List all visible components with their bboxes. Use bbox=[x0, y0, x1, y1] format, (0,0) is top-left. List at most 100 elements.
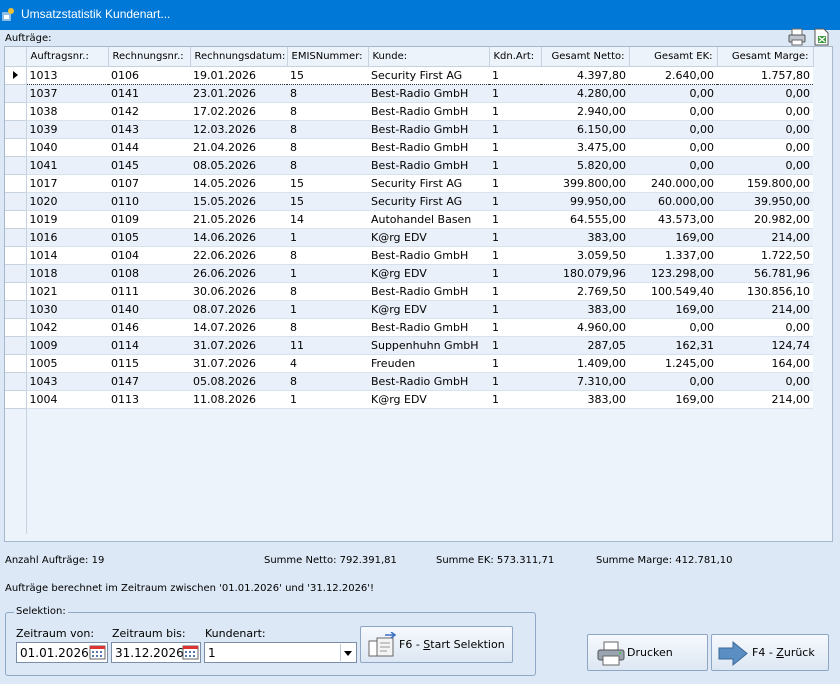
date-to-field[interactable]: 31.12.2026 bbox=[111, 642, 201, 663]
col-header-gesamt-marge[interactable]: Gesamt Marge: bbox=[717, 47, 814, 67]
row-indicator[interactable] bbox=[5, 66, 27, 85]
empty-cell bbox=[287, 426, 368, 444]
cell-gesamt-netto: 3.475,00 bbox=[541, 138, 629, 157]
col-header-rechnungsnr[interactable]: Rechnungsnr.: bbox=[108, 47, 191, 67]
calendar-icon[interactable] bbox=[182, 645, 199, 660]
row-indicator[interactable] bbox=[5, 300, 27, 319]
row-indicator[interactable] bbox=[5, 336, 27, 355]
table-row[interactable]: 1016 0105 14.06.2026 1 K@rg EDV 1 383,00 169,00… bbox=[5, 228, 813, 247]
date-from-value: 01.01.2026 bbox=[20, 646, 89, 660]
row-indicator[interactable] bbox=[5, 156, 27, 175]
table-row[interactable]: 1037 0141 23.01.2026 8 Best-Radio GmbH 1 4.280… bbox=[5, 84, 813, 103]
col-header-auftragsnr[interactable]: Auftragsnr.: bbox=[26, 47, 109, 67]
row-indicator[interactable] bbox=[5, 390, 27, 409]
cell-rechnungsdatum: 26.06.2026 bbox=[190, 264, 287, 283]
row-indicator[interactable] bbox=[5, 138, 27, 157]
cell-auftragsnr: 1021 bbox=[26, 282, 108, 301]
cell-kdnart: 1 bbox=[489, 138, 541, 157]
cell-gesamt-netto: 64.555,00 bbox=[541, 210, 629, 229]
empty-cell bbox=[368, 426, 489, 444]
col-header-gesamt-ek[interactable]: Gesamt EK: bbox=[629, 47, 718, 67]
sum-netto: Summe Netto: 792.391,81 bbox=[264, 555, 397, 566]
empty-cell bbox=[717, 462, 813, 480]
row-indicator[interactable] bbox=[5, 354, 27, 373]
cell-emisnummer: 11 bbox=[287, 336, 368, 355]
row-indicator[interactable] bbox=[5, 120, 27, 139]
empty-cell bbox=[629, 480, 717, 498]
cell-kunde: Security First AG bbox=[368, 65, 489, 85]
table-row[interactable]: 1039 0143 12.03.2026 8 Best-Radio GmbH 1 6.150… bbox=[5, 120, 813, 139]
table-row[interactable]: 1041 0145 08.05.2026 8 Best-Radio GmbH 1 5.820… bbox=[5, 156, 813, 175]
export-icon[interactable] bbox=[811, 27, 831, 47]
col-header-rechnungsdatum[interactable]: Rechnungsdatum: bbox=[190, 47, 288, 67]
calendar-icon[interactable] bbox=[89, 645, 106, 660]
empty-cell bbox=[541, 480, 629, 498]
row-indicator[interactable] bbox=[5, 192, 27, 211]
table-row[interactable]: 1040 0144 21.04.2026 8 Best-Radio GmbH 1 3.475… bbox=[5, 138, 813, 157]
table-row[interactable]: 1021 0111 30.06.2026 8 Best-Radio GmbH 1 2.769… bbox=[5, 282, 813, 301]
cell-rechnungsdatum: 11.08.2026 bbox=[190, 390, 287, 409]
cell-kdnart: 1 bbox=[489, 156, 541, 175]
row-indicator[interactable] bbox=[5, 228, 27, 247]
cell-gesamt-netto: 383,00 bbox=[541, 390, 629, 409]
chevron-down-icon[interactable] bbox=[340, 644, 355, 661]
empty-cell bbox=[717, 480, 813, 498]
cell-gesamt-ek: 0,00 bbox=[629, 318, 717, 337]
cell-gesamt-marge: 1.722,50 bbox=[717, 246, 813, 265]
start-selection-button[interactable]: F6 - Start Selektion bbox=[360, 626, 513, 663]
cell-gesamt-netto: 4.280,00 bbox=[541, 84, 629, 103]
row-indicator[interactable] bbox=[5, 318, 27, 337]
row-indicator bbox=[5, 462, 27, 480]
row-indicator[interactable] bbox=[5, 174, 27, 193]
orders-table: Auftragsnr.: Rechnungsnr.: Rechnungsdatu… bbox=[5, 47, 814, 534]
table-row[interactable]: 1038 0142 17.02.2026 8 Best-Radio GmbH 1 2.940… bbox=[5, 102, 813, 121]
cell-auftragsnr: 1016 bbox=[26, 228, 108, 247]
empty-cell bbox=[108, 498, 190, 516]
cell-gesamt-netto: 2.940,00 bbox=[541, 102, 629, 121]
row-indicator[interactable] bbox=[5, 102, 27, 121]
cell-kdnart: 1 bbox=[489, 246, 541, 265]
cell-gesamt-marge: 56.781,96 bbox=[717, 264, 813, 283]
cell-emisnummer: 8 bbox=[287, 246, 368, 265]
printer-icon[interactable] bbox=[787, 27, 807, 47]
row-indicator[interactable] bbox=[5, 246, 27, 265]
cell-kdnart: 1 bbox=[489, 84, 541, 103]
table-row[interactable]: 1004 0113 11.08.2026 1 K@rg EDV 1 383,00 169,00… bbox=[5, 390, 813, 409]
col-header-gesamt-netto[interactable]: Gesamt Netto: bbox=[541, 47, 630, 67]
table-row[interactable]: 1017 0107 14.05.2026 15 Security First AG 1 39… bbox=[5, 174, 813, 193]
cell-gesamt-netto: 6.150,00 bbox=[541, 120, 629, 139]
date-from-field[interactable]: 01.01.2026 bbox=[16, 642, 108, 663]
col-header-kdnart[interactable]: Kdn.Art: bbox=[489, 47, 542, 67]
table-row[interactable]: 1030 0140 08.07.2026 1 K@rg EDV 1 383,00 169,00… bbox=[5, 300, 813, 319]
row-indicator[interactable] bbox=[5, 210, 27, 229]
print-button[interactable]: Drucken bbox=[587, 634, 708, 671]
customer-type-select[interactable]: 1 bbox=[204, 642, 357, 663]
table-row[interactable]: 1042 0146 14.07.2026 8 Best-Radio GmbH 1 4.960… bbox=[5, 318, 813, 337]
cell-kunde: Best-Radio GmbH bbox=[368, 84, 489, 103]
cell-gesamt-ek: 1.245,00 bbox=[629, 354, 717, 373]
table-row[interactable]: 1009 0114 31.07.2026 11 Suppenhuhn GmbH 1 287,… bbox=[5, 336, 813, 355]
cell-kunde: Best-Radio GmbH bbox=[368, 102, 489, 121]
orders-grid[interactable]: Auftragsnr.: Rechnungsnr.: Rechnungsdatu… bbox=[4, 46, 833, 542]
row-indicator[interactable] bbox=[5, 84, 27, 103]
col-header-kunde[interactable]: Kunde: bbox=[368, 47, 490, 67]
cell-gesamt-marge: 0,00 bbox=[717, 138, 813, 157]
cell-kdnart: 1 bbox=[489, 354, 541, 373]
table-row[interactable]: 1005 0115 31.07.2026 4 Freuden 1 1.409,00 1.245… bbox=[5, 354, 813, 373]
empty-cell bbox=[541, 516, 629, 534]
row-indicator[interactable] bbox=[5, 372, 27, 391]
table-row[interactable]: 1018 0108 26.06.2026 1 K@rg EDV 1 180.079,96 12… bbox=[5, 264, 813, 283]
cell-emisnummer: 8 bbox=[287, 120, 368, 139]
col-header-emisnummer[interactable]: EMISNummer: bbox=[287, 47, 369, 67]
table-row[interactable]: 1013 0106 19.01.2026 15 Security First AG 1 4.… bbox=[5, 65, 813, 85]
cell-rechnungsdatum: 23.01.2026 bbox=[190, 84, 287, 103]
back-button[interactable]: F4 - Zurück bbox=[711, 634, 829, 671]
table-row[interactable]: 1020 0110 15.05.2026 15 Security First AG 1 99… bbox=[5, 192, 813, 211]
row-indicator[interactable] bbox=[5, 264, 27, 283]
row-indicator[interactable] bbox=[5, 282, 27, 301]
table-row[interactable]: 1019 0109 21.05.2026 14 Autohandel Basen 1 64.… bbox=[5, 210, 813, 229]
table-row[interactable]: 1014 0104 22.06.2026 8 Best-Radio GmbH 1 3.059… bbox=[5, 246, 813, 265]
cell-gesamt-ek: 162,31 bbox=[629, 336, 717, 355]
table-row[interactable]: 1043 0147 05.08.2026 8 Best-Radio GmbH 1 7.310… bbox=[5, 372, 813, 391]
cell-auftragsnr: 1039 bbox=[26, 120, 108, 139]
